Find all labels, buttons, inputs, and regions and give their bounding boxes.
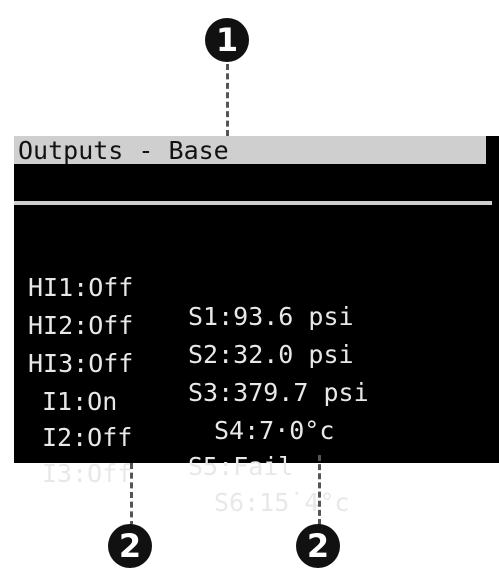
- output-status: I3:Off: [42, 459, 133, 488]
- sensor-reading: S4:7·0°c: [214, 416, 335, 445]
- sensor-reading: S3:379.7 psi: [188, 378, 369, 407]
- callout-badge-1: 1: [205, 18, 249, 62]
- sensor-reading: S5:Fail: [188, 452, 294, 481]
- callout-leader-line-1: [226, 64, 229, 136]
- sensor-reading: S6:15˙4°c: [214, 488, 350, 517]
- callout-leader-line-2-left: [130, 463, 133, 527]
- callout-badge-2-left: 2: [108, 524, 152, 568]
- screen-divider: [14, 201, 492, 205]
- screen-title: Outputs - Base: [14, 136, 486, 165]
- sensor-reading: S1:93.6 psi: [188, 302, 354, 331]
- lcd-screen: Outputs - Base HI1:Off S1:93.6 psi HI2:O…: [14, 136, 499, 517]
- callout-badge-2-right: 2: [296, 524, 340, 568]
- sensor-reading: S2:32.0 psi: [188, 340, 354, 369]
- status-row: I3:Off S6:15˙4°c: [28, 430, 349, 546]
- callout-leader-line-2-right: [318, 455, 321, 525]
